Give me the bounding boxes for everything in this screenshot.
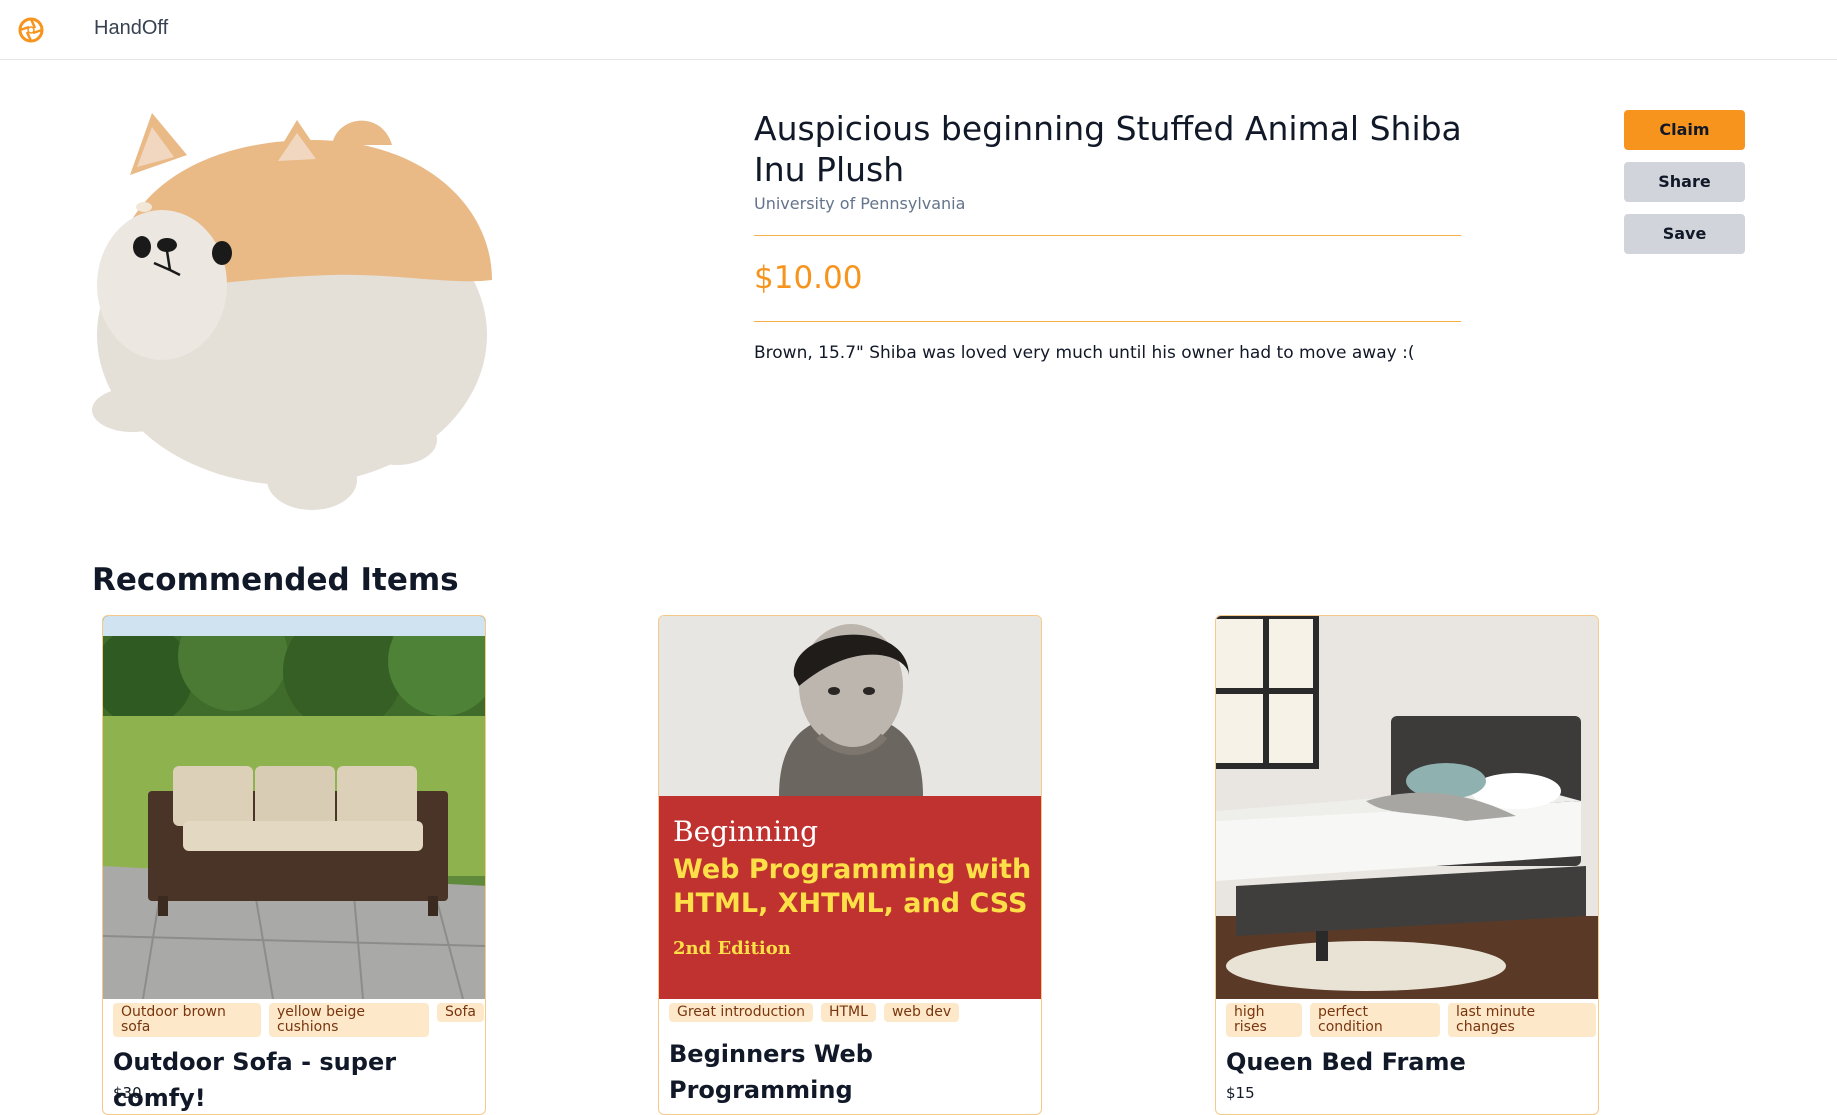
- book-cover-text: Beginning: [673, 815, 818, 848]
- product-description: Brown, 15.7" Shiba was loved very much u…: [754, 343, 1415, 363]
- share-button[interactable]: Share: [1624, 162, 1745, 202]
- tag[interactable]: Great introduction: [669, 1003, 813, 1022]
- item-image[interactable]: Beginning Web Programming with HTML, XHT…: [659, 616, 1042, 999]
- tag[interactable]: Sofa: [437, 1003, 484, 1022]
- recommended-heading: Recommended Items: [92, 562, 459, 598]
- aperture-logo-icon[interactable]: [18, 17, 44, 43]
- item-image[interactable]: [1216, 616, 1599, 999]
- book-cover-text: HTML, XHTML, and CSS: [673, 888, 1027, 919]
- tag[interactable]: perfect condition: [1310, 1003, 1440, 1037]
- recommended-item-card[interactable]: Outdoor brown sofayellow beige cushions S…: [102, 615, 486, 1115]
- item-image[interactable]: [103, 616, 486, 999]
- item-price: $30: [113, 1084, 142, 1102]
- top-navbar: HandOff: [0, 0, 1837, 60]
- product-image: [92, 113, 492, 510]
- item-price: $15: [1226, 1084, 1255, 1102]
- save-button[interactable]: Save: [1624, 214, 1745, 254]
- brand-name[interactable]: HandOff: [94, 17, 168, 40]
- divider: [754, 235, 1461, 236]
- tag-list: high risesperfect conditionlast minute c…: [1226, 1003, 1598, 1037]
- book-cover-text: 2nd Edition: [673, 938, 791, 959]
- tag[interactable]: HTML: [820, 1003, 876, 1022]
- item-name[interactable]: Beginners Web Programming: [669, 1036, 1033, 1108]
- book-cover-text: Web Programming with: [673, 854, 1031, 885]
- divider: [754, 321, 1461, 322]
- product-price: $10.00: [754, 260, 863, 296]
- tag[interactable]: web dev: [883, 1003, 960, 1022]
- tag-list: Outdoor brown sofayellow beige cushions S…: [113, 1003, 485, 1037]
- product-location: University of Pennsylvania: [754, 194, 966, 213]
- tag[interactable]: high rises: [1226, 1003, 1302, 1037]
- recommended-item-card[interactable]: Beginning Web Programming with HTML, XHT…: [658, 615, 1042, 1115]
- item-name[interactable]: Queen Bed Frame: [1226, 1044, 1590, 1080]
- tag[interactable]: last minute changes: [1448, 1003, 1596, 1037]
- tag-list: Great introduction HTML web dev: [669, 1003, 1041, 1037]
- product-title: Auspicious beginning Stuffed Animal Shib…: [754, 109, 1462, 189]
- tag[interactable]: yellow beige cushions: [269, 1003, 429, 1037]
- tag[interactable]: Outdoor brown sofa: [113, 1003, 261, 1037]
- item-name[interactable]: Outdoor Sofa - super comfy!: [113, 1044, 477, 1114]
- recommended-item-card[interactable]: high risesperfect conditionlast minute c…: [1215, 615, 1599, 1115]
- claim-button[interactable]: Claim: [1624, 110, 1745, 150]
